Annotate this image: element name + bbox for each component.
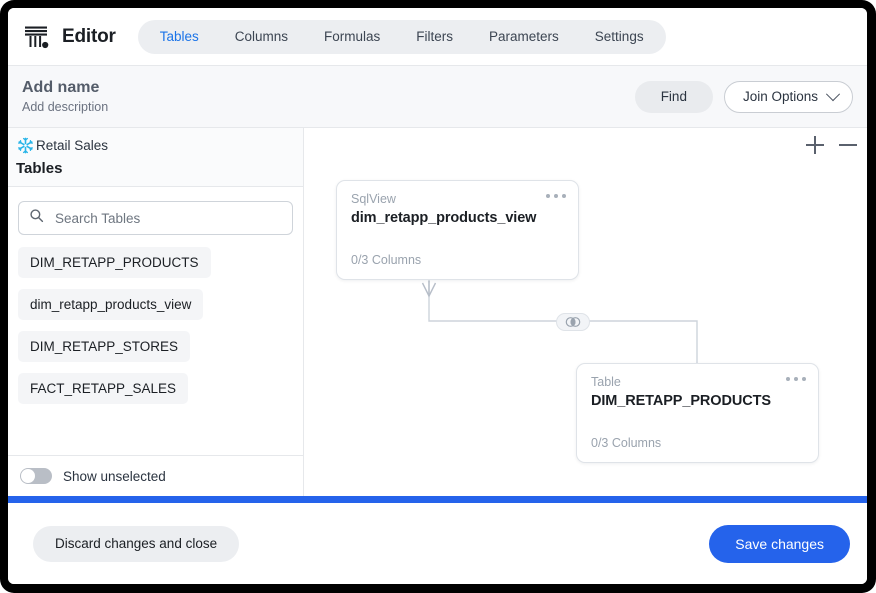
tab-tables[interactable]: Tables [142,20,217,54]
sub-header: Add name Add description Find Join Optio… [8,66,867,128]
footer-action-bar: Discard changes and close Save changes [8,503,867,584]
brand: Editor [22,22,116,52]
description-field[interactable]: Add description [22,100,108,114]
snowflake-icon [16,136,35,155]
node-columns-count: 0/3 Columns [591,436,662,450]
join-options-label: Join Options [742,89,818,104]
discard-changes-button[interactable]: Discard changes and close [33,525,240,562]
node-columns-count: 0/3 Columns [351,253,422,267]
search-container [8,187,303,235]
tab-columns[interactable]: Columns [217,20,306,54]
node-title-label: dim_retapp_products_view [351,210,537,226]
tables-sidebar: Retail Sales Tables DIM_RETAPP_PRODUCT [8,128,304,496]
more-options-icon[interactable] [786,377,806,381]
node-card-table[interactable]: Table DIM_RETAPP_PRODUCTS 0/3 Columns [576,363,819,463]
progress-bar [8,496,867,503]
app-title: Editor [62,25,116,47]
table-list: DIM_RETAPP_PRODUCTS dim_retapp_products_… [8,235,303,415]
save-changes-button[interactable]: Save changes [709,524,850,563]
search-icon [29,208,44,228]
show-unselected-label: Show unselected [63,468,166,484]
inner-join-icon[interactable] [556,313,590,331]
table-item-dim-retapp-products-view[interactable]: dim_retapp_products_view [18,289,204,320]
table-item-dim-retapp-products[interactable]: DIM_RETAPP_PRODUCTS [18,247,211,278]
join-diagram-canvas[interactable]: SqlView dim_retapp_products_view 0/3 Col… [304,128,867,496]
show-unselected-toggle[interactable] [20,468,52,484]
tab-formulas[interactable]: Formulas [306,20,398,54]
plus-icon[interactable] [806,136,824,154]
join-options-button[interactable]: Join Options [723,80,853,113]
window-frame: Editor Tables Columns Formulas Filters P… [0,0,876,593]
node-kind-label: SqlView [351,192,396,206]
data-source-name: Retail Sales [36,138,109,153]
main-content: Retail Sales Tables DIM_RETAPP_PRODUCT [8,128,867,496]
minus-icon[interactable] [839,136,857,154]
data-source[interactable]: Retail Sales [16,136,303,155]
more-options-icon[interactable] [546,194,566,198]
name-description-group: Add name Add description [22,79,108,114]
tab-parameters[interactable]: Parameters [471,20,577,54]
chevron-down-icon [825,86,841,101]
tab-settings[interactable]: Settings [577,20,662,54]
search-input[interactable] [53,209,282,227]
toggle-knob [21,469,35,483]
top-navigation-bar: Editor Tables Columns Formulas Filters P… [8,8,867,66]
name-field[interactable]: Add name [22,79,108,97]
table-item-dim-retapp-stores[interactable]: DIM_RETAPP_STORES [18,331,191,362]
node-title-label: DIM_RETAPP_PRODUCTS [591,393,771,409]
zoom-controls [806,136,857,154]
search-tables-box[interactable] [18,201,293,235]
sidebar-header: Retail Sales Tables [8,128,303,187]
tab-bar: Tables Columns Formulas Filters Paramete… [137,19,666,54]
find-button[interactable]: Find [634,80,713,113]
app-window: Editor Tables Columns Formulas Filters P… [8,8,867,584]
column-logo-icon [22,22,52,52]
sidebar-footer: Show unselected [8,455,303,496]
tab-filters[interactable]: Filters [398,20,471,54]
node-kind-label: Table [591,375,621,389]
sub-header-actions: Find Join Options [634,80,853,113]
node-card-sqlview[interactable]: SqlView dim_retapp_products_view 0/3 Col… [336,180,579,280]
sidebar-heading: Tables [16,160,63,177]
table-item-fact-retapp-sales[interactable]: FACT_RETAPP_SALES [18,373,189,404]
